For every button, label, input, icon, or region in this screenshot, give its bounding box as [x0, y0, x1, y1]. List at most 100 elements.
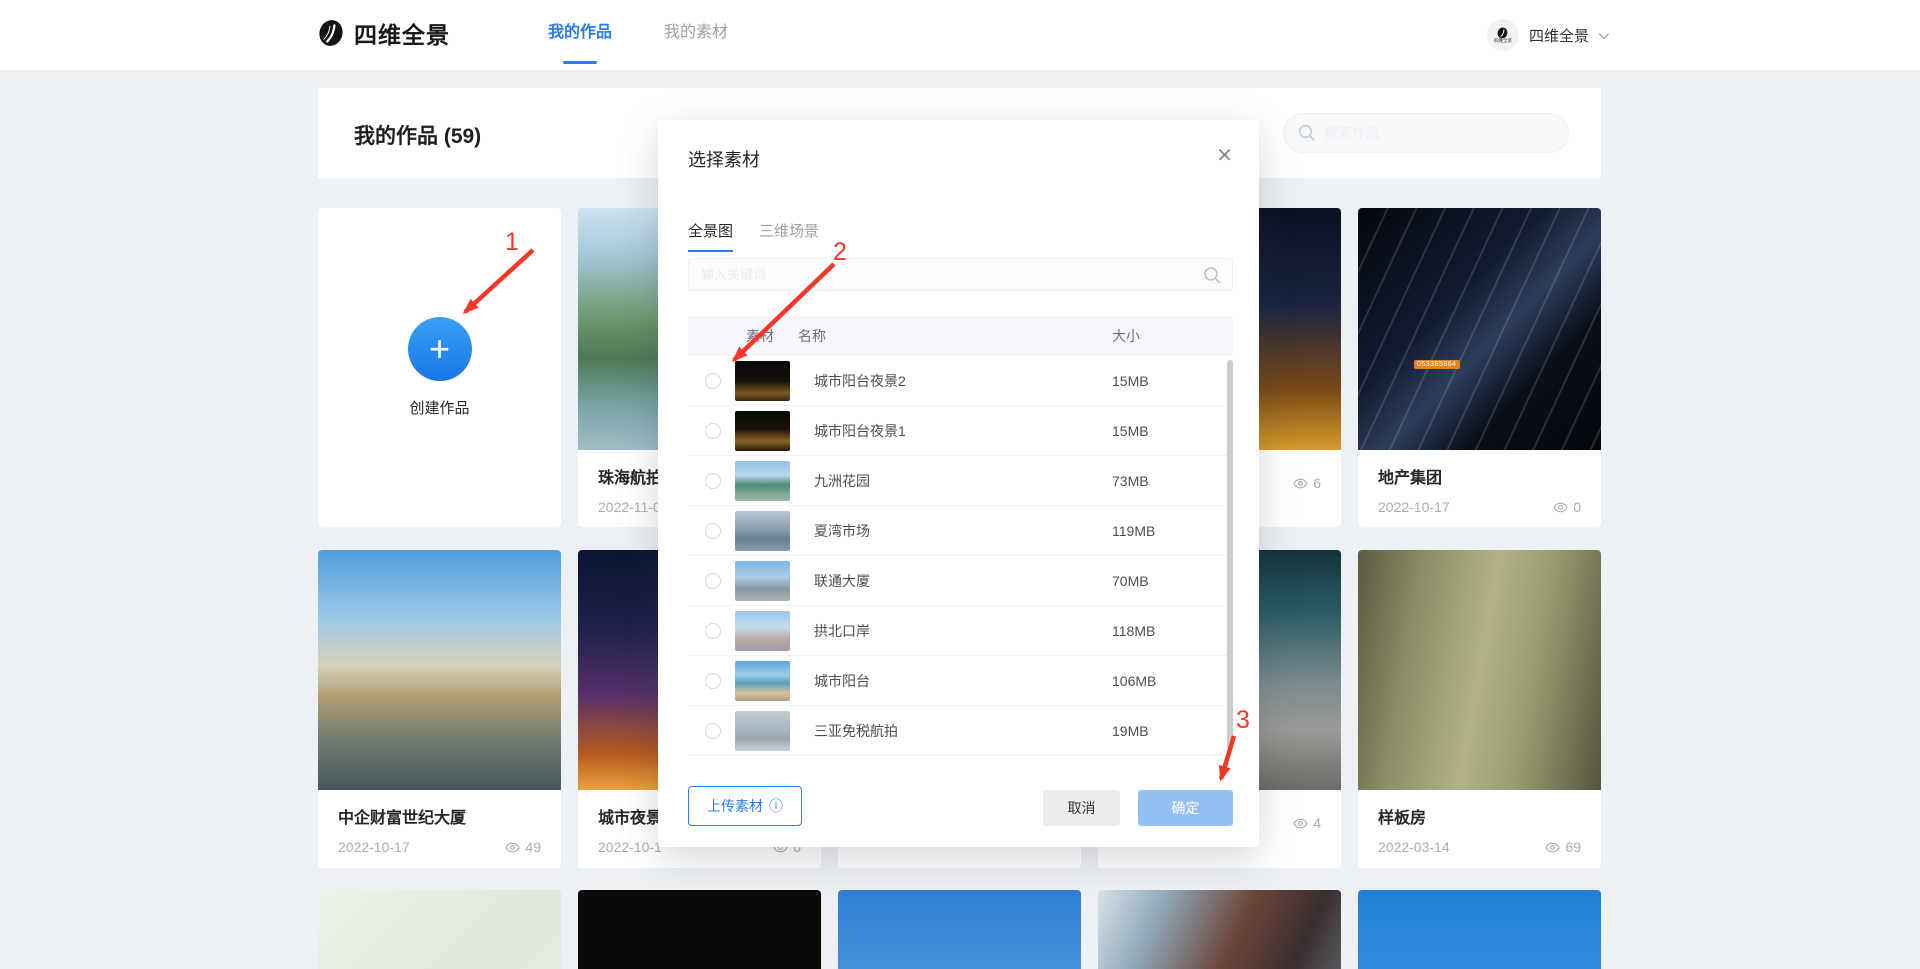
work-views: 69 [1545, 839, 1581, 855]
material-table-header: 素材 名称 大小 [688, 316, 1233, 356]
work-thumbnail [318, 550, 561, 790]
user-name: 四维全景 [1529, 25, 1589, 46]
create-work-label: 创建作品 [409, 397, 469, 418]
tab-panorama[interactable]: 全景图 [688, 220, 733, 252]
radio-button[interactable] [705, 473, 721, 489]
material-row[interactable]: 夏湾市场119MB [688, 506, 1233, 556]
radio-button[interactable] [705, 523, 721, 539]
radio-button[interactable] [705, 373, 721, 389]
material-name: 拱北口岸 [814, 621, 870, 641]
material-search-input[interactable] [689, 259, 1232, 290]
material-name: 城市阳台 [814, 671, 870, 691]
radio-button[interactable] [705, 573, 721, 589]
material-table-body: 城市阳台夜景215MB城市阳台夜景115MB九洲花园73MB夏湾市场119MB联… [688, 356, 1233, 756]
work-thumbnail [1098, 890, 1341, 969]
material-name: 九洲花园 [814, 471, 870, 491]
radio-button[interactable] [705, 623, 721, 639]
material-thumbnail [735, 461, 790, 501]
work-date: 2022-10-17 [338, 839, 410, 855]
close-icon[interactable]: ✕ [1216, 146, 1233, 166]
material-row[interactable]: 联通大厦 70MB [688, 556, 1233, 606]
radio-button[interactable] [705, 673, 721, 689]
cancel-button[interactable]: 取消 [1043, 790, 1120, 826]
user-menu[interactable]: 四维全景 四维全景 [1487, 0, 1606, 70]
material-thumbnail [735, 611, 790, 651]
image-label: 053385864 [1414, 360, 1460, 369]
tab-3d-scene[interactable]: 三维场景 [759, 220, 819, 252]
work-title: 中企财富世纪大厦 [338, 804, 541, 828]
work-views: 6 [1293, 475, 1321, 491]
eye-icon [505, 840, 520, 855]
material-name: 联通大厦 [814, 571, 870, 591]
works-search[interactable] [1283, 113, 1569, 153]
material-row[interactable]: 拱北口岸 118MB [688, 606, 1233, 656]
material-row[interactable]: 九洲花园73MB [688, 456, 1233, 506]
work-card[interactable]: 样板房 2022-03-14 69 [1358, 550, 1601, 868]
avatar: 四维全景 [1487, 19, 1519, 51]
radio-button[interactable] [705, 723, 721, 739]
app-header: 四维全景 我的作品 我的素材 四维全景 四维全景 [0, 0, 1920, 70]
column-size: 大小 [1112, 316, 1140, 356]
material-size: 15MB [1112, 423, 1149, 439]
eye-icon [1293, 816, 1308, 831]
eye-icon [1293, 476, 1308, 491]
create-work-card[interactable]: + 创建作品 [318, 208, 561, 527]
work-date: 2022-11-0 [598, 499, 661, 515]
work-card[interactable] [318, 890, 561, 969]
work-thumbnail [318, 890, 561, 969]
material-thumbnail [735, 711, 790, 751]
material-thumbnail [735, 411, 790, 451]
material-size: 106MB [1112, 673, 1156, 689]
avatar-logo-icon [1497, 27, 1508, 39]
material-name: 夏湾市场 [814, 521, 870, 541]
material-name: 三亚免税航拍 [814, 721, 898, 741]
brand-name: 四维全景 [354, 16, 450, 50]
material-name: 城市阳台夜景2 [814, 371, 906, 391]
work-views: 4 [1293, 815, 1321, 831]
column-material: 素材 [746, 316, 774, 356]
main-nav: 我的作品 我的素材 [548, 0, 728, 70]
brand-logo-icon [318, 19, 344, 47]
work-date: 2022-03-14 [1378, 839, 1450, 855]
work-card[interactable]: 053385864 地产集团 2022-10-17 0 [1358, 208, 1601, 527]
material-row[interactable]: 三亚免税航拍 19MB [688, 706, 1233, 756]
material-name: 城市阳台夜景1 [814, 421, 906, 441]
nav-my-works[interactable]: 我的作品 [548, 0, 612, 70]
work-card[interactable] [1358, 890, 1601, 969]
work-thumbnail [578, 890, 821, 969]
select-material-modal: 选择素材 ✕ 全景图 三维场景 素材 名称 大小 城市阳台夜景215MB城市阳台… [658, 120, 1259, 847]
modal-title: 选择素材 [688, 146, 760, 172]
material-thumbnail [735, 361, 790, 401]
plus-icon[interactable]: + [408, 317, 472, 381]
work-thumbnail [1358, 890, 1601, 969]
confirm-button[interactable]: 确定 [1138, 790, 1233, 826]
avatar-text: 四维全景 [1494, 39, 1512, 44]
column-name: 名称 [798, 316, 826, 356]
work-views: 0 [1553, 499, 1581, 515]
work-card[interactable]: 中企财富世纪大厦 2022-10-17 49 [318, 550, 561, 868]
material-size: 15MB [1112, 373, 1149, 389]
radio-button[interactable] [705, 423, 721, 439]
material-search[interactable] [688, 258, 1233, 291]
page-title: 我的作品 (59) [354, 120, 481, 150]
material-size: 118MB [1112, 623, 1155, 639]
works-search-input[interactable] [1324, 125, 1544, 141]
material-row[interactable]: 城市阳台夜景1 15MB [688, 406, 1233, 456]
upload-material-button[interactable]: 上传素材 ⓘ [688, 786, 802, 826]
material-row[interactable]: 城市阳台 106MB [688, 656, 1233, 706]
material-size: 70MB [1112, 573, 1149, 589]
material-row[interactable]: 城市阳台夜景2 15MB [688, 356, 1233, 406]
search-icon [1298, 124, 1316, 142]
work-card[interactable] [838, 890, 1081, 969]
page: 四维全景 我的作品 我的素材 四维全景 四维全景 我的作品 (59) [0, 0, 1920, 969]
search-icon [1203, 266, 1222, 285]
nav-my-materials[interactable]: 我的素材 [664, 0, 728, 70]
material-thumbnail [735, 561, 790, 601]
material-size: 19MB [1112, 723, 1149, 739]
brand-logo[interactable]: 四维全景 [318, 16, 450, 50]
work-title: 地产集团 [1378, 464, 1581, 488]
scrollbar[interactable] [1227, 360, 1233, 750]
chevron-down-icon [1599, 29, 1609, 39]
work-card[interactable] [578, 890, 821, 969]
work-card[interactable] [1098, 890, 1341, 969]
